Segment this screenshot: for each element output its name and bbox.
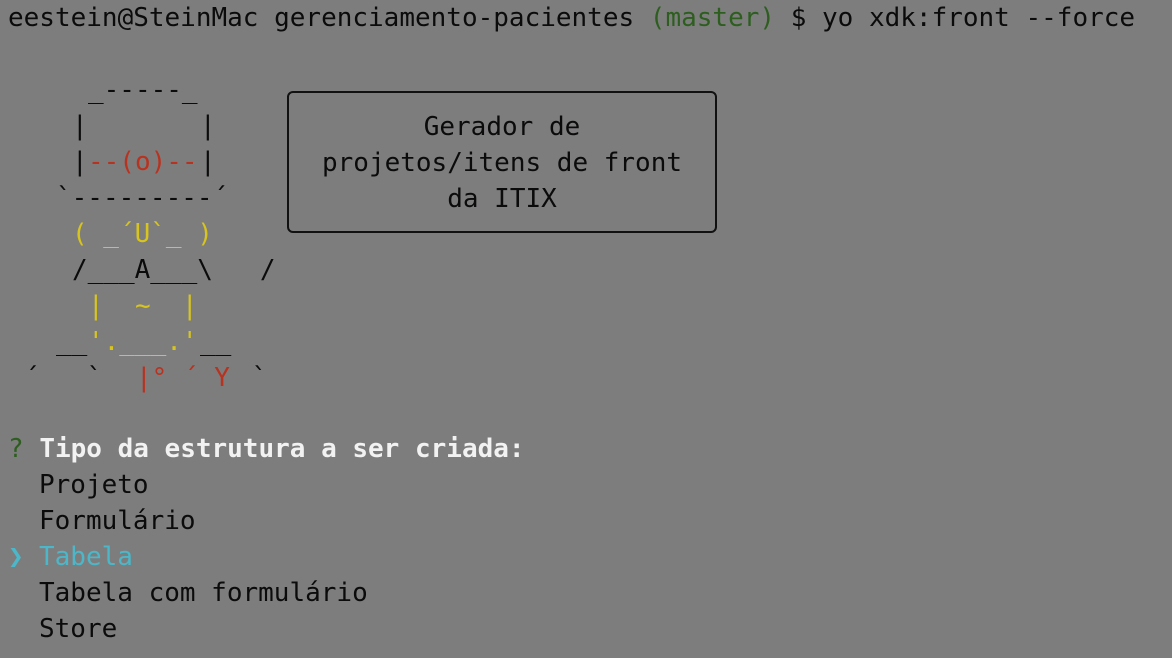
mascot-feet-right: ` [236,363,268,393]
question-prompt: ? Tipo da estrutura a ser criada: [8,431,525,467]
mascot-head-right: | [200,111,216,141]
current-directory: gerenciamento-pacientes [274,3,635,33]
question-marker: ? [8,434,24,464]
mascot-eye: --(o)-- [88,147,198,177]
prompt-symbol: $ [790,3,807,33]
mascot-hat: _-----_ [88,75,198,105]
choice-formulario[interactable]: Formulário [39,503,196,539]
greeting-line-3: da ITIX [447,184,557,214]
mascot-belt: '.___.' [88,327,198,357]
git-branch: (master) [649,3,776,33]
mascot-belt-right: __ [200,327,232,357]
mascot-face-left: | [72,147,88,177]
greeting-line-2: projetos/itens de front [321,148,683,178]
mascot-belt-left: __ [56,327,88,357]
command-text: yo xdk:front --force [822,3,1136,33]
user-host: eestein@SteinMac [8,3,259,33]
terminal-window[interactable]: eestein@SteinMac gerenciamento-pacientes… [0,0,1172,658]
greeting-line-1: Gerador de [423,112,581,142]
choice-projeto[interactable]: Projeto [39,467,149,503]
mascot-head-left: | [72,111,88,141]
choice-tabela-com-formulario[interactable]: Tabela com formulário [39,575,368,611]
choice-tabela-selected[interactable]: Tabela [39,539,133,575]
question-text: Tipo da estrutura a ser criada: [39,434,525,464]
mascot-chin: `---------´ [56,183,229,213]
mascot-mouth: ( _´U`_ ) [72,219,213,249]
selection-pointer-icon: ❯ [8,542,24,572]
mascot-shoulders: /___A___\ / [72,255,276,285]
choice-store[interactable]: Store [39,611,117,647]
shell-prompt-line: eestein@SteinMac gerenciamento-pacientes… [8,0,1135,36]
mascot-face-right: | [200,147,216,177]
mascot-feet-center: |° ´ Y [136,363,230,393]
greeting-box: Gerador de projetos/itens de front da IT… [287,91,717,233]
mascot-feet-left: ´ ` [24,363,134,393]
mascot-body: | ~ | [88,291,198,321]
